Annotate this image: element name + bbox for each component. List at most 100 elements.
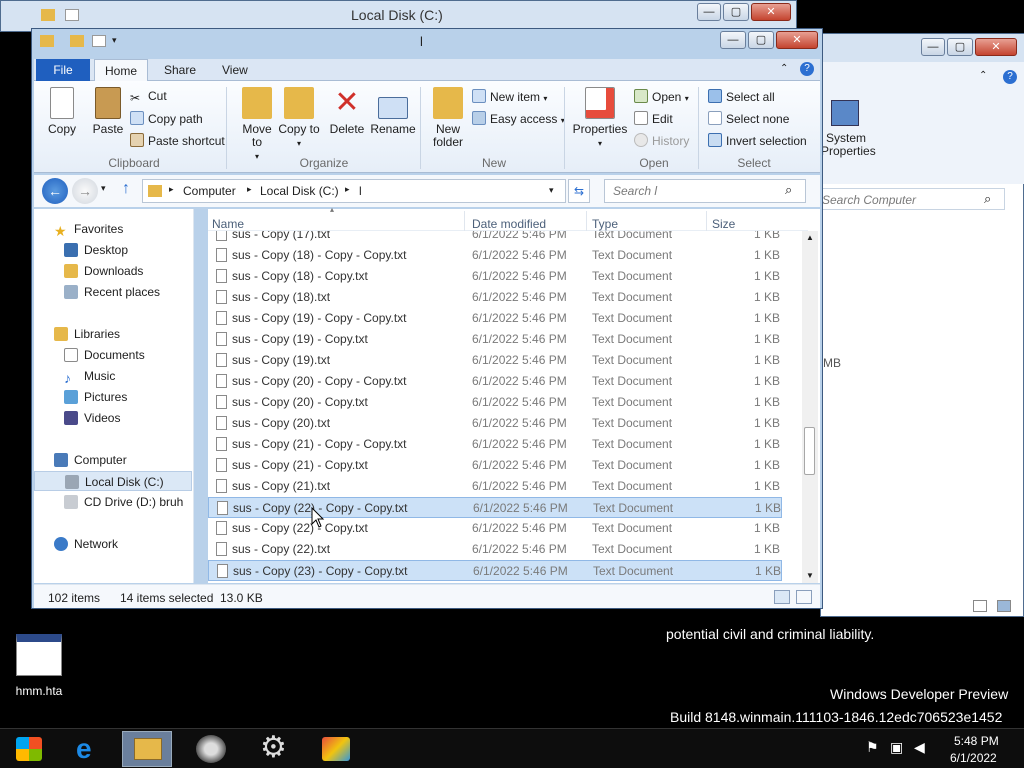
edit-button[interactable]: Edit (634, 111, 673, 126)
nav-local-disk[interactable]: Local Disk (C:) (34, 471, 192, 491)
file-row[interactable]: sus - Copy (19) - Copy.txt 6/1/2022 5:46 … (208, 329, 782, 350)
network-tray-icon[interactable]: ▣ (890, 739, 903, 756)
tab-home[interactable]: Home (94, 59, 149, 82)
new-item-button[interactable]: New item ▾ (472, 89, 547, 104)
desktop-icon-hmm-hta[interactable]: hmm.hta (6, 632, 72, 698)
move-to-button[interactable]: Move to ▾ (236, 87, 278, 163)
quick-access-properties-icon[interactable] (92, 35, 106, 47)
file-row[interactable]: sus - Copy (18).txt 6/1/2022 5:46 PM Text … (208, 287, 782, 308)
nav-recent-places[interactable]: Recent places (64, 282, 160, 302)
tab-view[interactable]: View (212, 59, 258, 81)
minimize-ribbon-icon[interactable]: ⌃ (780, 63, 788, 74)
maximize-button[interactable]: ▢ (748, 31, 774, 49)
select-all-button[interactable]: Select all (708, 89, 775, 104)
easy-access-button[interactable]: Easy access ▾ (472, 111, 565, 126)
nav-videos[interactable]: Videos (64, 408, 120, 428)
clock-time[interactable]: 5:48 PM (954, 734, 999, 748)
minimize-button[interactable]: — (921, 38, 945, 56)
delete-button[interactable]: ✕ Delete (326, 87, 368, 136)
maximize-button[interactable]: ▢ (723, 3, 749, 21)
system-properties-button[interactable]: System Properties (821, 132, 876, 158)
help-icon[interactable]: ? (800, 62, 814, 76)
file-row[interactable]: sus - Copy (22).txt 6/1/2022 5:46 PM Text … (208, 539, 782, 560)
file-row[interactable]: sus - Copy (20).txt 6/1/2022 5:46 PM Text … (208, 413, 782, 434)
address-bar[interactable]: ▸ Computer ▸ Local Disk (C:) ▸ l ▾ (142, 179, 566, 203)
column-name[interactable]: Name (212, 217, 244, 231)
breadcrumb-local-disk[interactable]: Local Disk (C:) (260, 184, 339, 198)
clock-date[interactable]: 6/1/2022 (950, 751, 997, 765)
column-size[interactable]: Size (712, 217, 735, 231)
tab-share[interactable]: Share (154, 59, 206, 81)
nav-libraries[interactable]: Libraries (54, 324, 120, 344)
scroll-down-arrow-icon[interactable]: ▼ (806, 571, 814, 580)
copy-path-button[interactable]: Copy path (130, 111, 203, 126)
file-row[interactable]: sus - Copy (17).txt 6/1/2022 5:46 PM Text … (208, 231, 782, 245)
background-window-2[interactable]: — ▢ ✕ ⌃ ? System Properties Search Compu… (820, 33, 1024, 617)
file-row[interactable]: sus - Copy (21).txt 6/1/2022 5:46 PM Text … (208, 476, 782, 497)
taskbar-file-explorer[interactable] (122, 731, 172, 767)
file-row[interactable]: sus - Copy (23) - Copy - Copy.txt 6/1/202… (208, 560, 782, 581)
file-row[interactable]: sus - Copy (19).txt 6/1/2022 5:46 PM Text … (208, 350, 782, 371)
taskbar-settings[interactable]: ⚙ (248, 731, 298, 767)
scroll-up-arrow-icon[interactable]: ▲ (806, 233, 814, 242)
column-date-modified[interactable]: Date modified (472, 217, 546, 231)
minimize-button[interactable]: — (697, 3, 721, 21)
nav-cd-drive[interactable]: CD Drive (D:) bruh (64, 492, 183, 512)
refresh-button[interactable]: ⇆ (568, 179, 590, 203)
nav-network[interactable]: Network (54, 534, 118, 554)
chevron-up-icon[interactable]: ⌃ (979, 70, 987, 81)
nav-documents[interactable]: Documents (64, 345, 145, 365)
invert-selection-button[interactable]: Invert selection (708, 133, 807, 148)
new-folder-button[interactable]: New folder (428, 87, 468, 149)
details-view-icon[interactable] (973, 600, 987, 612)
quick-access-folder-icon[interactable] (70, 35, 84, 47)
select-none-button[interactable]: Select none (708, 111, 789, 126)
help-icon[interactable]: ? (1003, 70, 1017, 84)
back-button[interactable]: ← (42, 178, 68, 204)
close-button[interactable]: ✕ (751, 3, 791, 21)
file-row[interactable]: sus - Copy (20) - Copy - Copy.txt 6/1/202… (208, 371, 782, 392)
taskbar-raccoon-app[interactable] (186, 731, 236, 767)
cut-button[interactable]: ✂ Cut (130, 89, 167, 105)
nav-computer[interactable]: Computer (54, 450, 127, 470)
close-button[interactable]: ✕ (975, 38, 1017, 56)
quick-access-dropdown-icon[interactable]: ▾ (112, 35, 117, 46)
maximize-button[interactable]: ▢ (947, 38, 973, 56)
open-button[interactable]: Open ▾ (634, 89, 689, 104)
file-row[interactable]: sus - Copy (20) - Copy.txt 6/1/2022 5:46 … (208, 392, 782, 413)
nav-desktop[interactable]: Desktop (64, 240, 128, 260)
large-icons-view-icon[interactable] (997, 600, 1011, 612)
explorer-window[interactable]: ▾ l — ▢ ✕ File Home Share View ⌃ ? Copy … (31, 28, 823, 609)
minimize-button[interactable]: — (720, 31, 746, 49)
copy-button[interactable]: Copy (42, 87, 82, 136)
nav-favorites[interactable]: ★ Favorites (54, 219, 123, 239)
file-row[interactable]: sus - Copy (22) - Copy - Copy.txt 6/1/202… (208, 497, 782, 518)
rename-button[interactable]: Rename (368, 87, 418, 136)
nav-downloads[interactable]: Downloads (64, 261, 143, 281)
taskbar-internet-explorer[interactable]: e (64, 731, 114, 767)
scroll-thumb[interactable] (804, 427, 815, 475)
flag-icon[interactable]: ⚑ (866, 739, 879, 756)
volume-muted-icon[interactable]: ◀ (914, 739, 925, 756)
paste-button[interactable]: Paste (86, 87, 130, 136)
details-view-icon[interactable] (774, 590, 790, 604)
copy-to-button[interactable]: Copy to ▾ (278, 87, 320, 150)
start-button[interactable] (4, 731, 54, 767)
file-row[interactable]: sus - Copy (22) - Copy.txt 6/1/2022 5:46 … (208, 518, 782, 539)
breadcrumb-folder-l[interactable]: l (359, 184, 362, 198)
search-box[interactable]: Search l ⌕ (604, 179, 806, 203)
up-arrow-icon[interactable]: ↑ (122, 180, 130, 198)
large-icons-view-icon[interactable] (796, 590, 812, 604)
close-button[interactable]: ✕ (776, 31, 818, 49)
file-row[interactable]: sus - Copy (21) - Copy.txt 6/1/2022 5:46 … (208, 455, 782, 476)
file-row[interactable]: sus - Copy (19) - Copy - Copy.txt 6/1/202… (208, 308, 782, 329)
address-dropdown-icon[interactable]: ▾ (549, 185, 554, 196)
file-row[interactable]: sus - Copy (21) - Copy - Copy.txt 6/1/202… (208, 434, 782, 455)
breadcrumb-computer[interactable]: Computer (183, 184, 236, 198)
forward-button[interactable]: → (72, 178, 98, 204)
column-type[interactable]: Type (592, 217, 618, 231)
taskbar-paint[interactable] (310, 731, 360, 767)
file-row[interactable]: sus - Copy (18) - Copy.txt 6/1/2022 5:46 … (208, 266, 782, 287)
vertical-scrollbar[interactable]: ▲ ▼ (802, 231, 818, 583)
paste-shortcut-button[interactable]: Paste shortcut (130, 133, 225, 148)
